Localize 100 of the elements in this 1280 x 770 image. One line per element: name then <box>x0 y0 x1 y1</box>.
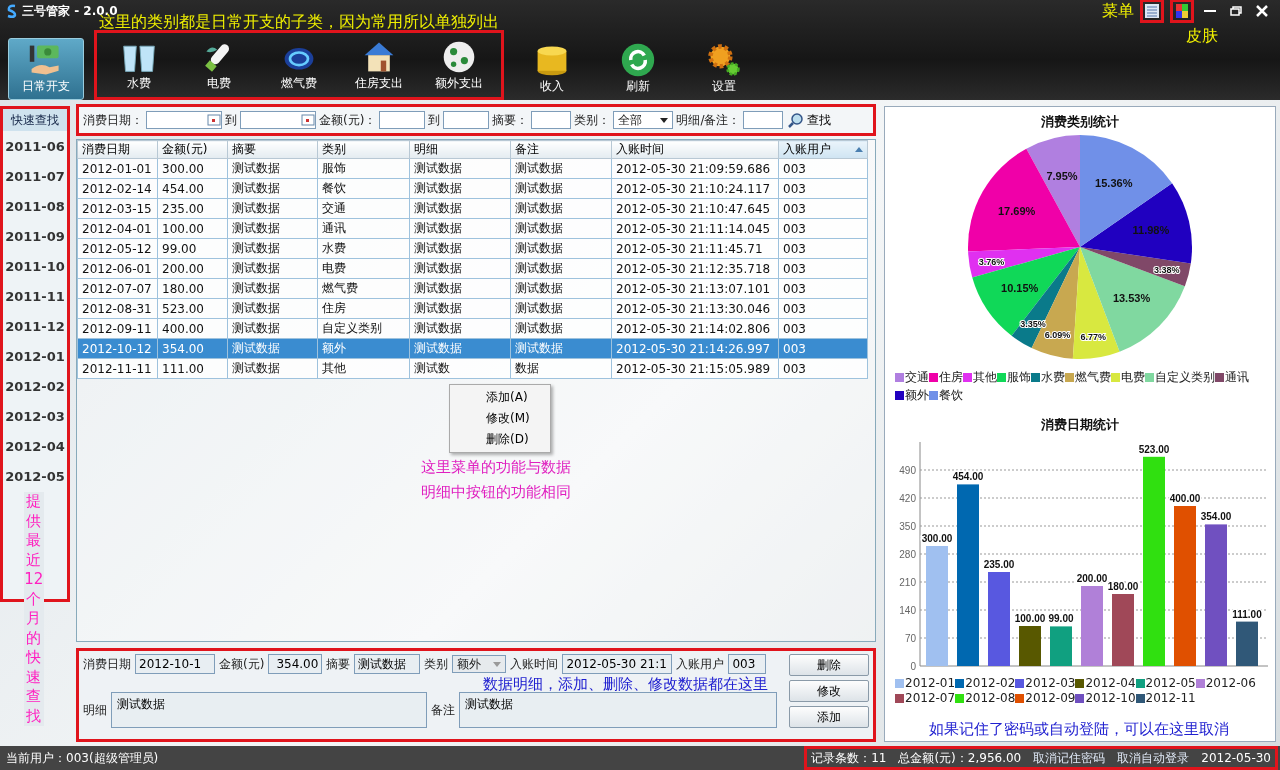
column-header[interactable]: 备注 <box>510 140 612 159</box>
summary-field[interactable]: 测试数据 <box>354 654 421 674</box>
amount-input[interactable] <box>379 111 426 129</box>
action-button[interactable]: 修改 <box>789 680 869 702</box>
field-label: 金额(元) <box>219 655 265 673</box>
detail-field[interactable]: 测试数据 <box>111 692 427 728</box>
month-item[interactable]: 2011-09 <box>3 221 67 251</box>
menu-item[interactable]: 修改(M) <box>450 408 550 429</box>
y-tick-label: 0 <box>910 661 916 672</box>
month-item[interactable]: 2011-06 <box>3 131 67 161</box>
legend-item: 电费 <box>1111 369 1145 386</box>
legend-item: 2012-02 <box>955 676 1016 690</box>
month-item[interactable]: 2012-04 <box>3 431 67 461</box>
user-field[interactable]: 003 <box>728 654 767 674</box>
menu-annotation-line: 明细中按钮的功能相同 <box>421 483 571 502</box>
amount-field[interactable]: 354.00 <box>268 654 323 674</box>
detail-input[interactable] <box>743 111 784 129</box>
bar-value-label: 235.00 <box>983 559 1015 570</box>
search-button[interactable]: 查找 <box>786 111 834 129</box>
legend-item: 通讯 <box>1215 369 1249 386</box>
status-link[interactable]: 取消记住密码 <box>1033 749 1106 767</box>
toolbar-button[interactable]: 水费 <box>101 35 177 97</box>
legend-item: 2012-03 <box>1015 676 1076 690</box>
field-label: 备注 <box>431 701 455 719</box>
column-header[interactable]: 类别 <box>317 140 410 159</box>
status-text: 总金额(元)：2,956.00 <box>898 749 1022 767</box>
month-item[interactable]: 2011-10 <box>3 251 67 281</box>
table-cell: 2012-11-11 <box>77 358 158 379</box>
legend-item: 2012-07 <box>895 691 956 705</box>
menu-button[interactable] <box>1140 0 1164 23</box>
field-label: 摘要 <box>326 655 351 673</box>
field-label: 入账时间 <box>510 655 559 673</box>
table-cell: 2012-08-31 <box>77 298 158 319</box>
month-item[interactable]: 2011-12 <box>3 311 67 341</box>
date-field[interactable]: 2012-10-1 <box>135 654 215 674</box>
action-button[interactable]: 添加 <box>789 706 869 728</box>
column-header[interactable]: 摘要 <box>227 140 318 159</box>
menu-item[interactable]: 删除(D) <box>450 429 550 450</box>
bar-value-label: 111.00 <box>1232 608 1262 620</box>
slice-label: 13.53% <box>1112 292 1151 305</box>
month-item[interactable]: 2011-11 <box>3 281 67 311</box>
skin-button[interactable] <box>1170 0 1194 23</box>
legend-item: 自定义类别 <box>1145 369 1215 386</box>
caret-icon <box>660 117 669 123</box>
legend-item: 额外 <box>895 387 929 404</box>
date-input[interactable] <box>240 111 316 129</box>
column-header[interactable]: 入账时间 <box>611 140 779 159</box>
remark-field[interactable]: 测试数据 <box>459 692 777 728</box>
summary-input[interactable] <box>531 111 572 129</box>
table-cell: 2012-06-01 <box>77 258 158 279</box>
legend-item: 2012-05 <box>1135 676 1196 690</box>
bar-value-label: 100.00 <box>1014 613 1046 624</box>
category-select[interactable]: 额外 <box>452 655 507 673</box>
amount-input[interactable] <box>443 111 490 129</box>
y-tick-label: 210 <box>899 577 916 588</box>
toolbar-button[interactable]: 设置 <box>686 38 762 100</box>
legend-item: 2012-08 <box>955 691 1016 705</box>
column-header[interactable]: 明细 <box>409 140 511 159</box>
table-cell: 2012-04-01 <box>77 218 158 239</box>
toolbar-button[interactable]: 日常开支 <box>8 38 84 100</box>
date-input[interactable] <box>146 111 222 129</box>
chart-title: 消费日期统计 <box>1041 416 1119 434</box>
legend-item: 2012-10 <box>1075 691 1136 705</box>
menu-item[interactable]: 添加(A) <box>450 387 550 408</box>
slice-label: 6.09% <box>1044 329 1071 340</box>
app-logo-icon <box>6 3 18 19</box>
month-item[interactable]: 2011-07 <box>3 161 67 191</box>
month-item[interactable]: 2011-08 <box>3 191 67 221</box>
column-header[interactable]: 金额(元) <box>157 140 228 159</box>
month-item[interactable]: 2012-05 <box>3 461 67 491</box>
time-field[interactable]: 2012-05-30 21:1 <box>562 654 673 674</box>
month-item[interactable]: 2012-02 <box>3 371 67 401</box>
calendar-icon <box>207 114 221 126</box>
toolbar-button[interactable]: 住房支出 <box>341 35 417 97</box>
y-tick-label: 280 <box>899 549 916 560</box>
column-header[interactable]: 消费日期 <box>77 140 158 159</box>
field-label: 消费日期 <box>83 655 131 673</box>
toolbar-button[interactable]: 燃气费 <box>261 35 337 97</box>
search-icon <box>788 112 805 128</box>
filter-label: 到 <box>428 111 441 129</box>
month-item[interactable]: 2012-01 <box>3 341 67 371</box>
toolbar-button[interactable]: 电费 <box>181 35 257 97</box>
category-select[interactable]: 全部 <box>613 111 674 129</box>
month-item[interactable]: 2012-03 <box>3 401 67 431</box>
legend-item: 燃气费 <box>1065 369 1111 386</box>
column-header[interactable]: 入账用户 <box>778 140 868 159</box>
toolbar-button[interactable]: 收入 <box>514 38 590 100</box>
action-button[interactable]: 删除 <box>789 654 869 676</box>
toolbar-button[interactable]: 额外支出 <box>421 35 497 97</box>
status-link[interactable]: 取消自动登录 <box>1117 749 1190 767</box>
minimize-icon <box>1204 10 1216 12</box>
bar-value-label: 454.00 <box>952 471 984 483</box>
legend-item: 水费 <box>1031 369 1065 386</box>
toolbar-button[interactable]: 刷新 <box>600 38 676 100</box>
filter-label: 消费日期： <box>83 111 143 129</box>
table-cell: 2012-07-07 <box>77 278 158 299</box>
restore-icon <box>1230 5 1242 17</box>
slice-label: 10.15% <box>1001 281 1039 294</box>
calendar-icon <box>301 114 315 126</box>
current-user: 当前用户：003(超级管理员) <box>6 749 159 767</box>
